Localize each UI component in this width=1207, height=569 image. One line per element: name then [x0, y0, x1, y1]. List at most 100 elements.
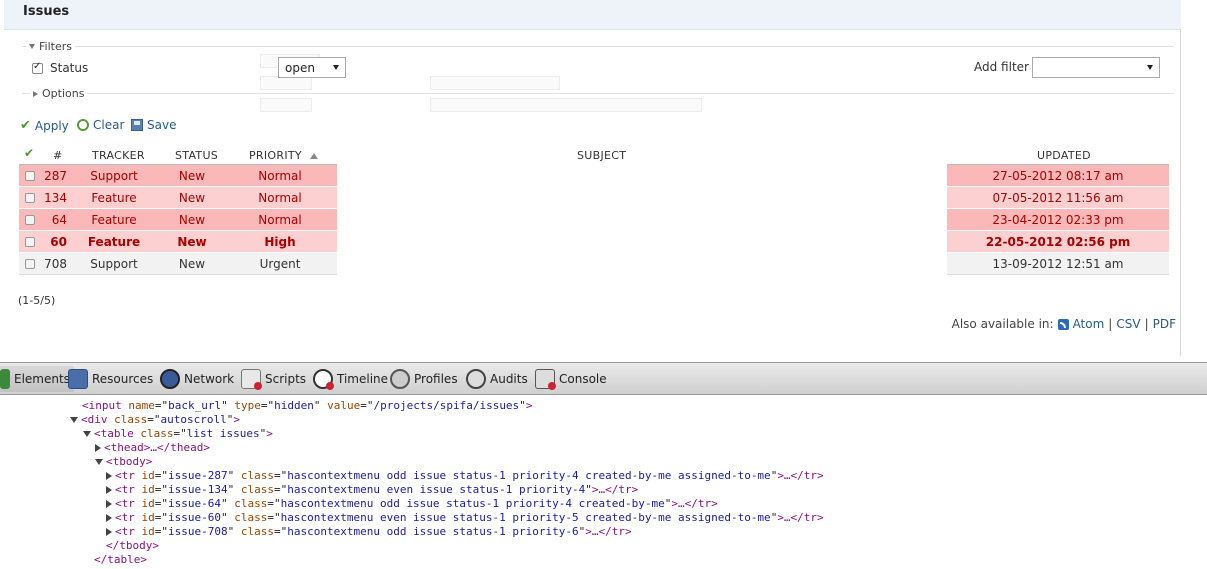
- csv-link[interactable]: CSV: [1116, 317, 1140, 331]
- status-operator-select[interactable]: open: [278, 57, 346, 78]
- pdf-link[interactable]: PDF: [1153, 317, 1176, 331]
- dom-attr-value: hidden: [274, 399, 314, 412]
- dom-tag-end: >…</tr>: [591, 483, 639, 496]
- atom-link[interactable]: Atom: [1073, 317, 1105, 331]
- tab-network[interactable]: Network: [160, 366, 234, 392]
- column-header-subject[interactable]: SUBJECT: [577, 149, 626, 162]
- dom-node-input[interactable]: <input name="back_url" type="hidden" val…: [82, 399, 532, 413]
- clear-link[interactable]: Clear: [77, 118, 124, 132]
- filters-border: [22, 46, 1174, 47]
- dom-tree: <input name="back_url" type="hidden" val…: [0, 397, 1207, 569]
- status-filter: Status: [32, 61, 88, 75]
- expanded-triangle-icon[interactable]: [95, 459, 103, 465]
- dom-node-tr[interactable]: <tr id="issue-64" class="hascontextmenu …: [106, 497, 718, 511]
- apply-label: Apply: [34, 118, 69, 133]
- collapsed-triangle-icon[interactable]: [106, 514, 112, 522]
- apply-link[interactable]: ✔ Apply: [20, 118, 69, 133]
- table-row[interactable]: 60 Feature New High: [19, 231, 337, 253]
- issue-status: New: [178, 256, 206, 271]
- elements-icon: [0, 369, 10, 389]
- tab-resources[interactable]: Resources: [68, 366, 153, 392]
- dom-attr-quote: ": [220, 497, 228, 510]
- save-link[interactable]: Save: [131, 118, 176, 132]
- dom-attr-value: hascontextmenu odd issue status-1 priori…: [280, 497, 665, 510]
- page-title: Issues: [23, 4, 70, 19]
- column-header-id[interactable]: #: [53, 149, 63, 162]
- issue-id[interactable]: 60: [37, 235, 67, 249]
- table-row[interactable]: 64 Feature New Normal: [19, 209, 337, 231]
- devtools-panel: Elements Resources Network Scripts Timel…: [0, 362, 1207, 569]
- dom-node-div[interactable]: <div class="autoscroll">: [70, 413, 240, 427]
- dom-node-tbody[interactable]: <tbody>: [95, 455, 152, 469]
- issues-page: Issues Filters Status open Add filter: [0, 0, 1207, 362]
- dom-tag-end: >…</tr>: [777, 511, 824, 524]
- status-filter-checkbox[interactable]: [32, 61, 43, 74]
- tab-scripts[interactable]: Scripts: [241, 366, 306, 392]
- collapsed-triangle-icon[interactable]: [106, 500, 112, 508]
- tab-label: Resources: [92, 372, 154, 386]
- checkmark-icon: ✔: [20, 118, 31, 133]
- issue-status: New: [178, 190, 206, 205]
- dom-node-tr[interactable]: <tr id="issue-60" class="hascontextmenu …: [106, 511, 824, 525]
- chevron-down-icon: [1147, 65, 1153, 70]
- row-checkbox[interactable]: [25, 192, 35, 203]
- tab-timeline[interactable]: Timeline: [313, 366, 388, 392]
- issue-id[interactable]: 708: [37, 257, 67, 271]
- tab-console[interactable]: Console: [535, 366, 607, 392]
- collapsed-triangle-icon[interactable]: [95, 444, 101, 452]
- scripts-icon: [241, 369, 262, 390]
- issue-status: New: [178, 168, 206, 183]
- dom-thead-text: <thead>…</thead>: [104, 441, 210, 454]
- dom-attr-value: issue-64: [168, 497, 221, 510]
- dom-space: [234, 469, 241, 482]
- ghost-field: [260, 76, 312, 90]
- tab-profiles[interactable]: Profiles: [390, 366, 458, 392]
- toggle-all-checkmark-icon[interactable]: ✔: [24, 146, 34, 160]
- row-checkbox[interactable]: [25, 236, 35, 247]
- expanded-triangle-icon[interactable]: [83, 431, 91, 437]
- dom-attr-name: class: [240, 525, 274, 538]
- collapsed-triangle-icon[interactable]: [106, 472, 112, 480]
- table-row[interactable]: 134 Feature New Normal: [19, 187, 337, 209]
- row-checkbox[interactable]: [25, 170, 35, 181]
- devtools-toolbar: Elements Resources Network Scripts Timel…: [0, 362, 1207, 395]
- dom-table-close: </table>: [94, 553, 147, 567]
- dom-node-thead[interactable]: <thead>…</thead>: [95, 441, 210, 455]
- collapsed-triangle-icon[interactable]: [106, 528, 112, 536]
- issue-id[interactable]: 134: [37, 191, 67, 205]
- issue-priority: Normal: [258, 190, 302, 205]
- column-header-tracker[interactable]: TRACKER: [92, 149, 145, 162]
- collapsed-triangle-icon[interactable]: [106, 486, 112, 494]
- dom-attr-value: issue-60: [168, 511, 221, 524]
- dom-node-table[interactable]: <table class="list issues">: [83, 427, 273, 441]
- add-filter-select[interactable]: [1032, 57, 1160, 78]
- row-checkbox[interactable]: [25, 258, 35, 269]
- tab-elements[interactable]: Elements: [0, 366, 74, 392]
- table-row[interactable]: 708 Support New Urgent: [19, 253, 337, 275]
- tab-label: Scripts: [265, 372, 307, 386]
- tab-audits[interactable]: Audits: [466, 366, 528, 392]
- network-icon: [160, 369, 180, 389]
- dom-attr-eq: =": [154, 525, 168, 538]
- dom-attr-value: hascontextmenu even issue status-1 prior…: [280, 511, 771, 524]
- dom-tag-end: >…</tr>: [671, 497, 718, 510]
- dom-node-tr[interactable]: <tr id="issue-134" class="hascontextmenu…: [106, 483, 638, 497]
- issue-id[interactable]: 64: [37, 213, 67, 227]
- reload-icon: [77, 119, 89, 131]
- tab-label: Timeline: [337, 372, 389, 386]
- column-header-priority[interactable]: PRIORITY: [249, 149, 318, 162]
- status-operator-value: open: [285, 60, 315, 75]
- column-header-status[interactable]: STATUS: [175, 149, 218, 162]
- filters-legend[interactable]: Filters: [26, 40, 75, 53]
- dom-attr-value: hascontextmenu even issue status-1 prior…: [287, 483, 586, 496]
- row-checkbox[interactable]: [25, 214, 35, 225]
- expanded-triangle-icon[interactable]: [70, 417, 78, 423]
- issue-id[interactable]: 287: [37, 169, 67, 183]
- table-row[interactable]: 287 Support New Normal: [19, 165, 337, 187]
- options-legend[interactable]: Options: [30, 87, 88, 100]
- dom-tag-end: >…</tr>: [585, 525, 632, 538]
- dom-node-tr[interactable]: <tr id="issue-708" class="hascontextmenu…: [106, 525, 632, 539]
- dom-tag: <tr: [115, 497, 135, 510]
- dom-node-tr[interactable]: <tr id="issue-287" class="hascontextmenu…: [106, 469, 824, 483]
- column-header-updated[interactable]: UPDATED: [1037, 149, 1091, 162]
